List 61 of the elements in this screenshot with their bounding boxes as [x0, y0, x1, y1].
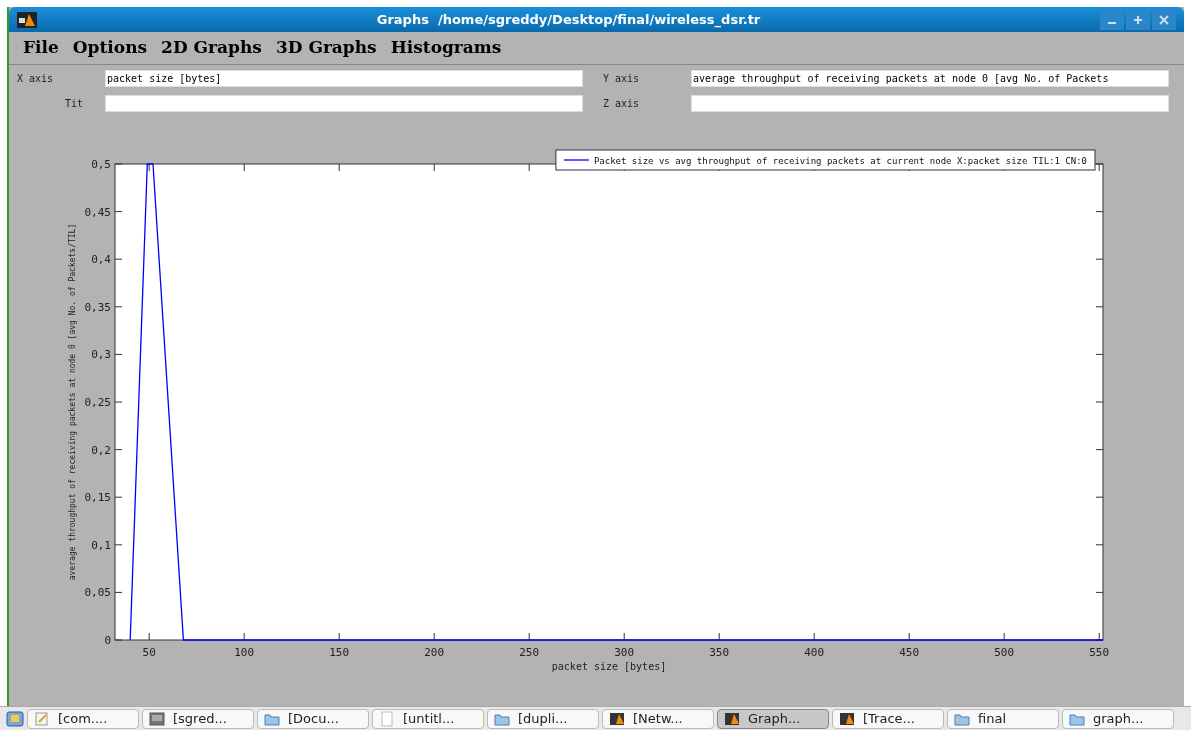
tick-label: 250 — [519, 646, 540, 659]
tick-label: 550 — [1089, 646, 1110, 659]
app-icon — [724, 710, 740, 727]
field-label: Tit — [64, 97, 85, 111]
menu-item[interactable]: Options — [72, 35, 148, 61]
tick-label: 100 — [234, 646, 255, 659]
taskbar-button[interactable]: graph... — [1062, 708, 1174, 729]
tick-label: 50 — [142, 646, 156, 659]
tick-label: 0,35 — [84, 300, 111, 314]
close-icon[interactable] — [1152, 9, 1176, 30]
minimize-icon[interactable] — [1100, 9, 1124, 30]
tick-label: 0,5 — [91, 158, 111, 171]
taskbar-button[interactable]: Graph... — [717, 708, 829, 729]
tick-label: 0,05 — [84, 586, 111, 600]
tick-label: 0 — [104, 634, 111, 647]
maximize-icon[interactable] — [1126, 9, 1150, 30]
taskbar-button[interactable]: [Netw... — [602, 708, 714, 729]
tick-label: 150 — [329, 646, 350, 659]
taskbar-button[interactable]: [com.... — [27, 708, 139, 729]
tick-label: 300 — [614, 646, 635, 659]
document-icon — [379, 710, 395, 727]
field-label: Y axis — [603, 72, 641, 86]
taskbar-button[interactable]: [sgred... — [142, 708, 254, 729]
taskbar-button[interactable]: final — [947, 708, 1059, 729]
menu-item[interactable]: 2D Graphs — [161, 35, 262, 61]
input-field[interactable] — [105, 95, 583, 112]
app-icon — [609, 710, 625, 727]
tick-label: 0,4 — [91, 253, 111, 267]
app-icon — [17, 11, 37, 28]
taskbar-button[interactable]: [Trace... — [832, 708, 944, 729]
window-title: Graphs /home/sgreddy/Desktop/final/wireless_dsr.tr — [375, 10, 762, 30]
menu-item[interactable]: Histograms — [390, 35, 502, 61]
tick-label: 0,3 — [91, 348, 111, 362]
tick-label: 350 — [709, 646, 730, 659]
input-field[interactable] — [691, 95, 1169, 112]
menu-item[interactable]: File — [23, 35, 59, 61]
axis-title: packet size [bytes] — [551, 661, 667, 672]
menu-item[interactable]: 3D Graphs — [275, 35, 377, 61]
axis-title: average throughput of receiving packets at node 0 [avg No. of Packets/TIL] — [68, 223, 77, 581]
desktop-icon[interactable] — [6, 710, 24, 727]
tick-label: 0,2 — [91, 443, 111, 457]
tick-label: 0,25 — [84, 396, 111, 409]
terminal-icon — [149, 710, 165, 727]
tick-label: 0,45 — [84, 205, 111, 219]
tick-label: 0,1 — [91, 538, 111, 552]
tick-label: 500 — [994, 646, 1015, 659]
tick-label: 450 — [899, 646, 920, 659]
tick-label: 0,15 — [84, 491, 111, 505]
tick-label: 400 — [804, 646, 825, 659]
taskbar-button[interactable]: [untitl... — [372, 708, 484, 729]
app-icon — [839, 710, 855, 727]
taskbar-button[interactable]: [dupli... — [487, 708, 599, 729]
field-label: X axis — [17, 72, 55, 86]
tick-label: 200 — [424, 646, 445, 659]
field-label: Z axis — [603, 97, 641, 111]
input-field[interactable]: packet size [bytes] — [105, 70, 583, 87]
note-icon — [34, 710, 50, 727]
taskbar-button[interactable]: [Docu... — [257, 708, 369, 729]
legend-label: Packet size vs avg throughput of receiving packets at current node X:packet size TIL:1 CN:0 — [593, 156, 1087, 166]
legend: Packet size vs avg throughput of receiving packets at current node X:packet size TIL:1 CN:0 — [555, 149, 1096, 171]
input-field[interactable]: average throughput of receiving packets at node 0 [avg No. of Packets — [691, 70, 1169, 87]
